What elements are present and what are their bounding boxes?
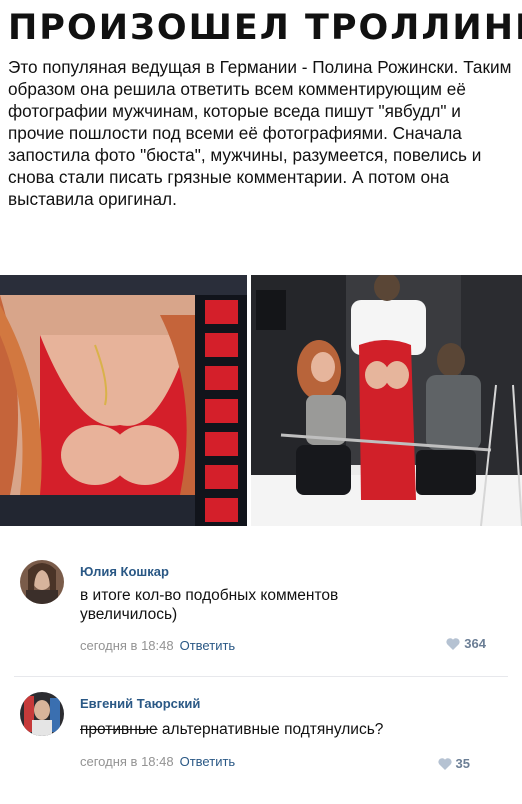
photo-original — [251, 275, 522, 526]
comment-text: в итоге кол-во подобных комментов увелич… — [80, 587, 339, 623]
comment-time[interactable]: сегодня в 18:48 — [80, 638, 174, 653]
like-button[interactable]: 35 — [437, 756, 470, 771]
like-count: 364 — [464, 636, 486, 651]
struck-word: противные — [80, 721, 158, 738]
reply-button[interactable]: Ответить — [180, 638, 236, 653]
avatar[interactable] — [20, 692, 64, 736]
like-button[interactable]: 364 — [446, 636, 486, 651]
story-text: Это популяная ведущая в Германии - Полин… — [8, 57, 512, 209]
like-count: 35 — [455, 756, 470, 771]
heart-icon — [446, 638, 460, 650]
headline: ПРОИЗОШЕЛ ТРОЛЛИНГ — [8, 8, 522, 48]
comment-author[interactable]: Юлия Кошкар — [80, 564, 169, 579]
comment-meta: сегодня в 18:48 Ответить — [80, 754, 235, 769]
divider — [14, 676, 508, 677]
heart-icon — [437, 758, 452, 770]
reply-button[interactable]: Ответить — [180, 754, 236, 769]
comment-time[interactable]: сегодня в 18:48 — [80, 754, 174, 769]
avatar[interactable] — [20, 560, 64, 604]
comment-text-rest: альтернативные подтянулись? — [157, 721, 384, 738]
comment-author[interactable]: Евгений Таюрский — [80, 696, 200, 711]
comment-text: противные альтернативные подтянулись? — [80, 720, 460, 739]
comment: Юлия Кошкар в итоге кол-во подобных комм… — [0, 556, 522, 666]
photo-closeup — [0, 275, 247, 526]
comment-meta: сегодня в 18:48 Ответить — [80, 638, 235, 653]
comment: Евгений Таюрский противные альтернативны… — [0, 688, 522, 798]
